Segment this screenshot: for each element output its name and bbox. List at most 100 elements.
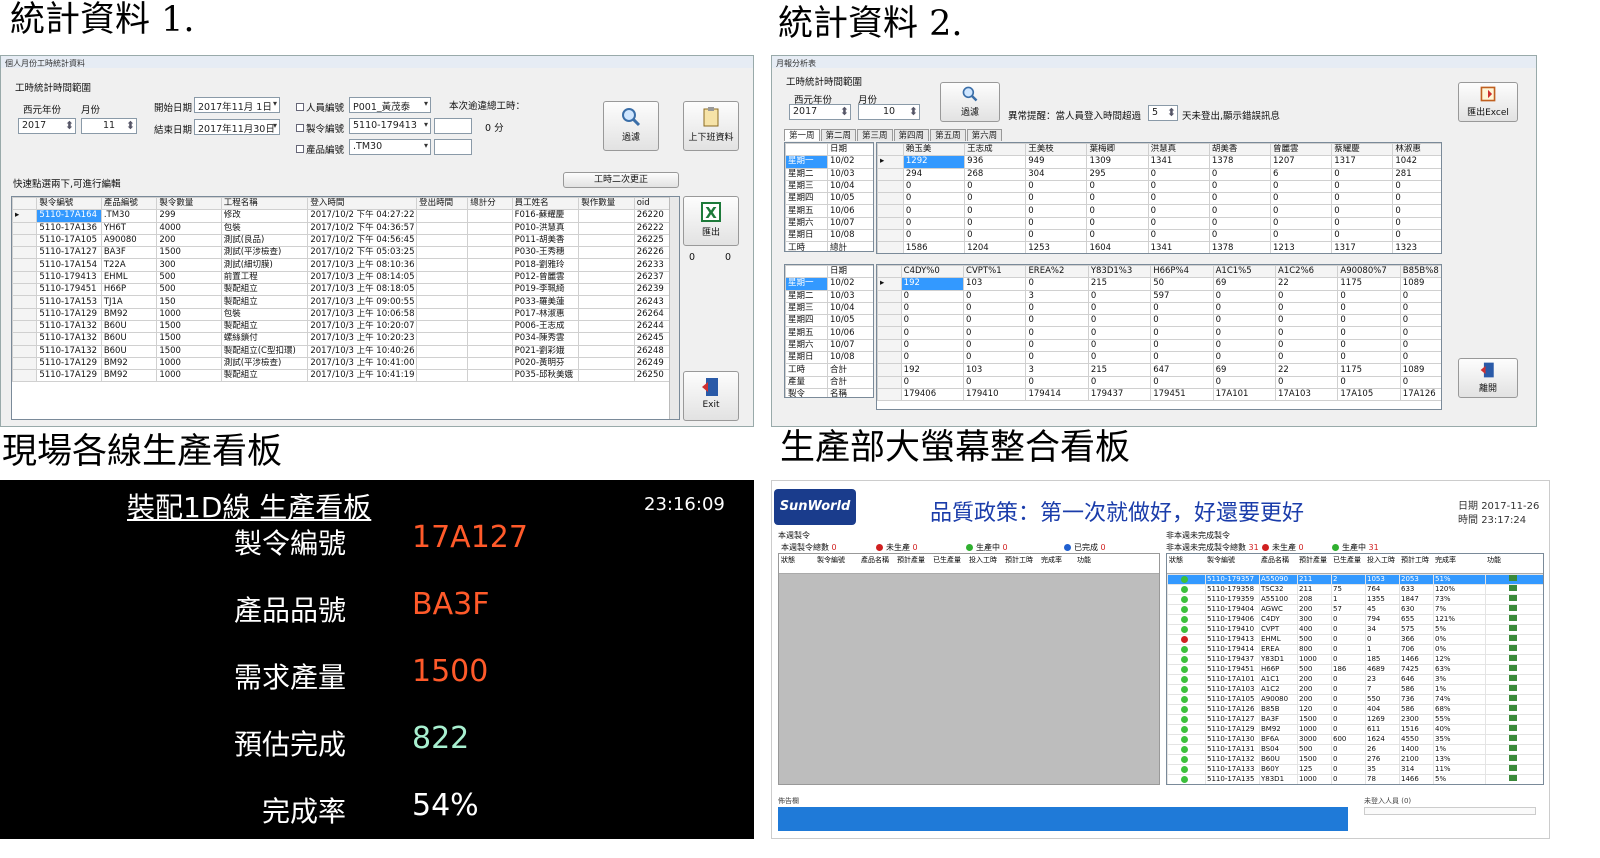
table-cell[interactable]: 0 bbox=[1087, 375, 1152, 389]
table-cell[interactable]: B85B bbox=[1259, 704, 1298, 715]
table-row[interactable]: 星期六 10/07 bbox=[785, 216, 873, 231]
table-cell[interactable]: 0 bbox=[902, 229, 966, 243]
table-cell[interactable]: 1378 bbox=[1208, 155, 1272, 169]
day-date[interactable]: 10/07 bbox=[827, 338, 873, 353]
table-row[interactable]: 5110-17A154 T22A 300 測試(細切膜) 2017/10/3 上午 08… bbox=[12, 258, 678, 272]
table-cell[interactable]: 1089 bbox=[1399, 277, 1441, 291]
table-cell[interactable]: 1500 bbox=[1297, 754, 1332, 765]
table-row[interactable]: 星期三 10/04 bbox=[785, 301, 873, 316]
table-cell[interactable]: 2017/10/3 上午 10:40:26 bbox=[307, 344, 418, 358]
day-date[interactable]: 10/03 bbox=[827, 167, 873, 181]
row-selector[interactable] bbox=[877, 229, 904, 243]
table-cell[interactable]: 測試(平涉檢查) bbox=[220, 356, 309, 371]
table-cell[interactable]: 0 bbox=[1399, 289, 1441, 303]
table-cell[interactable]: 1341 bbox=[1147, 241, 1210, 253]
table-cell[interactable] bbox=[578, 307, 635, 321]
row-selector[interactable] bbox=[877, 326, 902, 340]
table-cell[interactable]: 0 bbox=[1025, 192, 1088, 206]
table-cell[interactable] bbox=[416, 246, 469, 260]
table-cell[interactable]: 0 bbox=[1274, 326, 1339, 340]
table-cell[interactable]: 1500 bbox=[156, 246, 222, 260]
table-cell[interactable]: 1378 bbox=[1208, 241, 1272, 253]
table-cell[interactable]: A55090 bbox=[1259, 574, 1298, 585]
table-cell[interactable] bbox=[578, 295, 635, 309]
table-cell[interactable]: B60U bbox=[100, 332, 158, 346]
day-date[interactable]: 合計 bbox=[827, 363, 873, 377]
table-cell[interactable]: 179437 bbox=[1087, 387, 1152, 402]
table-cell[interactable]: 0 bbox=[1150, 375, 1214, 389]
table-cell[interactable]: 800 bbox=[1297, 644, 1332, 655]
table-cell[interactable]: 208 bbox=[1297, 594, 1332, 605]
table-cell[interactable]: 0 bbox=[963, 375, 1027, 389]
table-cell[interactable]: 0 bbox=[964, 179, 1027, 194]
table-row[interactable]: 5110-17A135 Y83D1 1000 0 78 1466 5% bbox=[1167, 774, 1543, 784]
table-cell[interactable]: 366 bbox=[1399, 634, 1434, 645]
table-cell[interactable] bbox=[467, 233, 513, 248]
table-cell[interactable]: 17A101 bbox=[1212, 387, 1277, 402]
table-cell[interactable]: 1269 bbox=[1365, 714, 1400, 725]
table-row[interactable]: 5110-179414 EREA 800 0 1 706 0% bbox=[1167, 644, 1543, 655]
table-cell[interactable]: 0 bbox=[1025, 229, 1088, 243]
day-label[interactable]: 星期五 bbox=[785, 326, 828, 340]
detail-icon[interactable] bbox=[1509, 575, 1517, 581]
table-cell[interactable]: P019-李珮綺 bbox=[511, 283, 580, 297]
table-cell[interactable]: 0 bbox=[902, 192, 966, 206]
table-row[interactable]: 星期二 10/03 bbox=[785, 167, 873, 181]
table-cell[interactable]: 0 bbox=[902, 216, 966, 231]
function-cell[interactable] bbox=[1485, 594, 1543, 605]
detail-icon[interactable] bbox=[1509, 725, 1517, 731]
table-cell[interactable]: A90080 bbox=[1259, 694, 1298, 705]
table-cell[interactable]: 1466 bbox=[1399, 654, 1434, 665]
table-cell[interactable]: 2017/10/3 上午 10:06:58 bbox=[307, 307, 418, 321]
table-cell[interactable]: 製配組立 bbox=[220, 369, 309, 383]
table-cell[interactable]: 0 bbox=[1212, 338, 1277, 353]
detail-icon[interactable] bbox=[1509, 635, 1517, 641]
table-cell[interactable] bbox=[416, 295, 469, 309]
table-cell[interactable]: 294 bbox=[902, 167, 966, 181]
year-input[interactable]: 2017 bbox=[18, 118, 76, 134]
extra-input-1[interactable] bbox=[434, 118, 472, 134]
table-row[interactable]: 星期五 10/06 bbox=[785, 204, 873, 218]
table-cell[interactable]: 120% bbox=[1433, 584, 1486, 595]
table-cell[interactable]: 63% bbox=[1433, 664, 1486, 675]
table-cell[interactable]: 0 bbox=[1086, 204, 1149, 218]
table-cell[interactable]: 0 bbox=[900, 314, 965, 328]
table-cell[interactable]: 0 bbox=[1025, 204, 1088, 218]
table-cell[interactable]: 186 bbox=[1331, 664, 1366, 675]
column-header[interactable]: 已生產量 bbox=[931, 554, 967, 573]
table-cell[interactable]: 6 bbox=[1269, 167, 1333, 181]
table-cell[interactable]: 測試(細切膜) bbox=[220, 258, 309, 272]
table-cell[interactable]: 0 bbox=[963, 301, 1027, 316]
table-cell[interactable]: 2017/10/2 下午 04:56:45 bbox=[307, 233, 418, 248]
day-label[interactable]: 星期一 bbox=[785, 155, 828, 169]
day-label[interactable]: 星期日 bbox=[785, 351, 828, 365]
table-cell[interactable]: B60Y bbox=[1259, 764, 1298, 775]
column-header[interactable]: 蔡耀慶 bbox=[1331, 143, 1394, 157]
table-cell[interactable]: A55100 bbox=[1259, 594, 1298, 605]
detail-icon[interactable] bbox=[1509, 625, 1517, 631]
day-date[interactable]: 10/06 bbox=[827, 204, 873, 218]
table-cell[interactable]: 0 bbox=[1208, 204, 1272, 218]
table-cell[interactable]: 0 bbox=[1269, 179, 1333, 194]
table-cell[interactable]: 0 bbox=[1365, 634, 1400, 645]
day-date[interactable]: 10/05 bbox=[827, 192, 873, 206]
table-cell[interactable]: 12% bbox=[1433, 654, 1486, 665]
table-cell[interactable]: 5110-17A126 bbox=[1205, 704, 1260, 715]
column-header[interactable]: 胡美香 bbox=[1208, 143, 1272, 157]
row-selector[interactable] bbox=[877, 314, 902, 328]
table-cell[interactable]: 500 bbox=[156, 270, 222, 285]
table-cell[interactable] bbox=[578, 233, 635, 248]
table-cell[interactable]: 0 bbox=[1087, 289, 1152, 303]
table-row[interactable]: 0000000000 bbox=[877, 301, 1441, 316]
table-cell[interactable]: 121% bbox=[1433, 614, 1486, 625]
table-cell[interactable] bbox=[467, 307, 513, 321]
table-cell[interactable]: 1% bbox=[1433, 744, 1486, 755]
table-cell[interactable]: 5110-17A105 bbox=[36, 233, 102, 248]
table-cell[interactable]: 185 bbox=[1365, 654, 1400, 665]
day-label[interactable]: 星期二 bbox=[785, 167, 828, 181]
column-header[interactable]: 功能 bbox=[1075, 554, 1115, 573]
day-label[interactable]: 星期日 bbox=[785, 229, 828, 243]
function-cell[interactable] bbox=[1485, 574, 1543, 585]
day-label[interactable]: 星期五 bbox=[785, 204, 828, 218]
table-row[interactable]: 星期一 10/02 bbox=[785, 155, 873, 169]
